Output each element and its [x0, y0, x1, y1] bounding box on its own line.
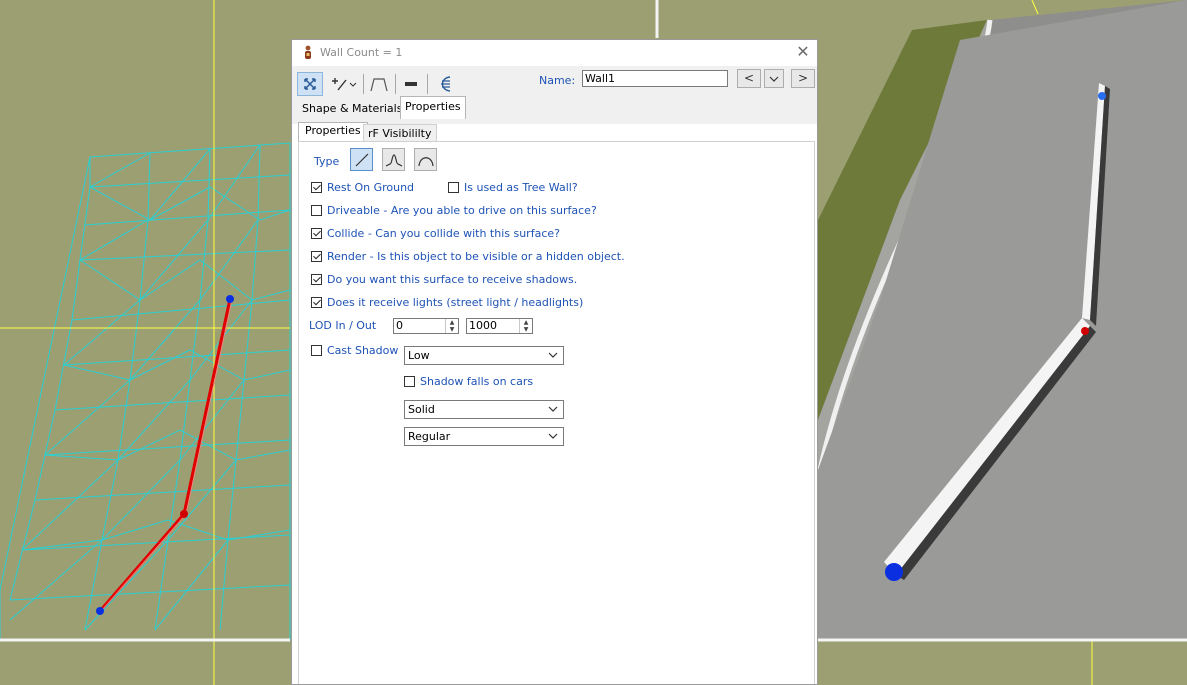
lod-out-spinner[interactable]: 1000 ▲ ▼: [466, 318, 533, 334]
lod-label: LOD In / Out: [309, 319, 377, 332]
dropdown-button[interactable]: [764, 69, 784, 88]
name-label: Name:: [539, 74, 576, 87]
properties-content: Type Rest On Ground Is used as Tree Wall…: [298, 141, 815, 684]
collide-row[interactable]: Collide - Can you collide with this surf…: [311, 227, 560, 240]
tab-rf-visibility[interactable]: rF Visibililty: [363, 124, 437, 141]
comb-icon[interactable]: [433, 72, 457, 96]
next-button[interactable]: >: [791, 69, 815, 88]
move-arrows-icon[interactable]: [297, 72, 323, 96]
receive-shadows-row[interactable]: Do you want this surface to receive shad…: [311, 273, 577, 286]
cast-shadow-checkbox[interactable]: [311, 345, 322, 356]
chevron-down-icon: [548, 433, 558, 439]
driveable-checkbox[interactable]: [311, 205, 322, 216]
wall-properties-dialog: Wall Count = 1 ✕ Name: Wall1 < > Shape &…: [291, 39, 818, 685]
cast-shadow-level-value: Low: [408, 349, 430, 362]
cast-shadow-label: Cast Shadow: [327, 344, 399, 357]
shadow-mode-select[interactable]: Regular: [404, 427, 564, 446]
render-checkbox[interactable]: [311, 251, 322, 262]
properties-panel: Properties rF Visibililty Type Rest On G…: [292, 122, 817, 684]
rest-on-ground-checkbox[interactable]: [311, 182, 322, 193]
shadow-type-select[interactable]: Solid: [404, 400, 564, 419]
render-label: Render - Is this object to be visible or…: [327, 250, 625, 263]
chevron-down-icon: [548, 352, 558, 358]
add-point-dropdown-icon[interactable]: [329, 72, 359, 96]
rest-on-ground-label: Rest On Ground: [327, 181, 415, 194]
window-title: Wall Count = 1: [320, 46, 403, 59]
arch-curve-icon[interactable]: [414, 148, 437, 171]
spline-shape-icon[interactable]: [367, 72, 391, 96]
app-figure-icon: [305, 45, 311, 59]
spline-point-start: [96, 607, 104, 615]
cast-shadow-level-select[interactable]: Low: [404, 346, 564, 365]
close-button[interactable]: ✕: [795, 43, 811, 61]
receive-shadows-label: Do you want this surface to receive shad…: [327, 273, 578, 286]
type-label: Type: [314, 155, 340, 168]
spline-point-end: [226, 295, 234, 303]
shadow-falls-row[interactable]: Shadow falls on cars: [404, 375, 533, 388]
title-bar[interactable]: Wall Count = 1 ✕: [292, 40, 817, 66]
driveable-row[interactable]: Driveable - Are you able to drive on thi…: [311, 204, 597, 217]
tab-shape-materials[interactable]: Shape & Materials: [298, 99, 406, 118]
lod-in-value: 0: [396, 319, 403, 332]
tab-inner-properties[interactable]: Properties: [298, 122, 368, 141]
collide-checkbox[interactable]: [311, 228, 322, 239]
shadow-mode-value: Regular: [408, 430, 451, 443]
receive-lights-row[interactable]: Does it receive lights (street light / h…: [311, 296, 583, 309]
tree-wall-checkbox[interactable]: [448, 182, 459, 193]
spline-point-mid: [180, 510, 188, 518]
render-row[interactable]: Render - Is this object to be visible or…: [311, 250, 625, 263]
straight-line-icon[interactable]: [350, 148, 373, 171]
cast-shadow-row[interactable]: Cast Shadow: [311, 344, 398, 357]
rest-on-ground-row[interactable]: Rest On Ground: [311, 181, 414, 194]
lod-out-value: 1000: [469, 319, 497, 332]
receive-lights-checkbox[interactable]: [311, 297, 322, 308]
minus-icon[interactable]: [400, 72, 422, 96]
shadow-falls-label: Shadow falls on cars: [420, 375, 534, 388]
shadow-type-value: Solid: [408, 403, 435, 416]
name-input[interactable]: Wall1: [582, 70, 728, 87]
chevron-down-icon: [548, 406, 558, 412]
driveable-label: Driveable - Are you able to drive on thi…: [327, 204, 597, 217]
toolbar: Name: Wall1 < > Shape & Materials Proper…: [292, 66, 817, 124]
peak-curve-icon[interactable]: [382, 148, 405, 171]
previous-button[interactable]: <: [737, 69, 761, 88]
receive-shadows-checkbox[interactable]: [311, 274, 322, 285]
tree-wall-label: Is used as Tree Wall?: [464, 181, 578, 194]
tab-properties[interactable]: Properties: [400, 96, 466, 119]
lod-in-spinner[interactable]: 0 ▲ ▼: [393, 318, 459, 334]
tree-wall-row[interactable]: Is used as Tree Wall?: [448, 181, 578, 194]
receive-lights-label: Does it receive lights (street light / h…: [327, 296, 584, 309]
collide-label: Collide - Can you collide with this surf…: [327, 227, 560, 240]
shadow-falls-checkbox[interactable]: [404, 376, 415, 387]
